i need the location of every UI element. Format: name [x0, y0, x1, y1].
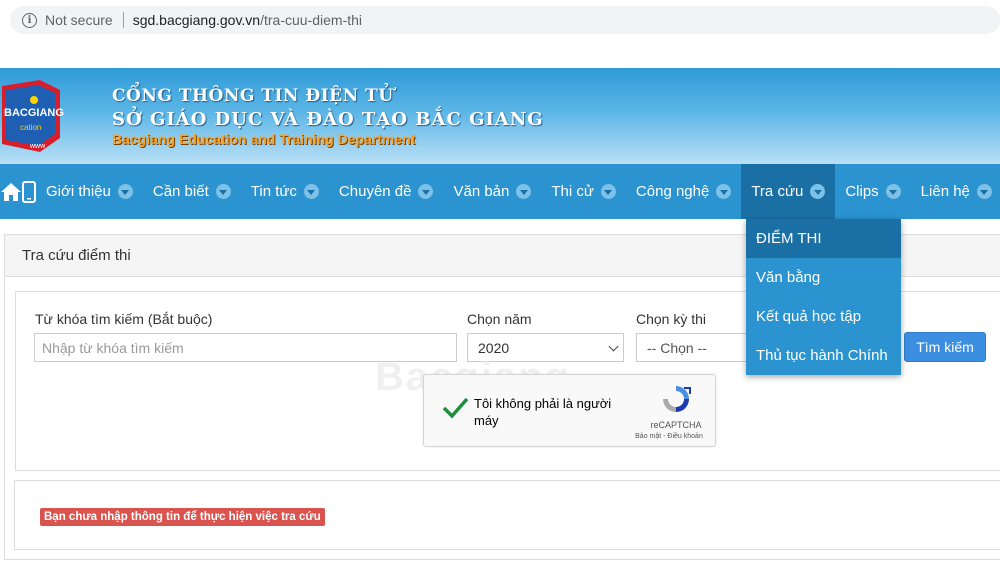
nav-label: Clips [845, 183, 879, 200]
chevron-down-icon [608, 341, 619, 352]
exam-select[interactable]: -- Chọn -- [636, 333, 751, 362]
address-divider [122, 12, 124, 28]
chevron-down-icon [117, 184, 133, 199]
keyword-label: Từ khóa tìm kiếm (Bắt buộc) [35, 311, 213, 327]
security-label: Not secure [45, 12, 113, 28]
nav-van-ban[interactable]: Văn bản [443, 164, 541, 219]
nav-lien-he[interactable]: Liên hệ [911, 164, 1000, 219]
recaptcha-brand: reCAPTCHA [650, 420, 702, 430]
nav-chuyen-de[interactable]: Chuyên đề [329, 164, 444, 219]
nav-label: Cần biết [152, 183, 209, 200]
nav-label: Tin tức [250, 183, 297, 200]
home-icon[interactable] [0, 164, 22, 219]
address-bar[interactable]: i Not secure sgd.bacgiang.gov.vn/tra-cuu… [10, 6, 1000, 34]
chevron-down-icon [303, 184, 319, 199]
nav-tra-cuu[interactable]: Tra cứu [741, 164, 836, 219]
nav-label: Văn bản [453, 183, 510, 200]
alert-message: Bạn chưa nhập thông tin để thực hiện việ… [40, 508, 325, 526]
site-header: BACGIANG cation www CỔNG THÔNG TIN ĐIỆN … [0, 68, 1000, 164]
nav-gioi-thieu[interactable]: Giới thiệu [36, 164, 143, 219]
exam-label: Chọn kỳ thi [636, 311, 707, 327]
info-icon[interactable]: i [22, 12, 37, 28]
site-logo[interactable]: BACGIANG cation www [0, 78, 66, 156]
chevron-down-icon [516, 184, 532, 199]
chevron-down-icon [418, 184, 434, 199]
url-host: sgd.bacgiang.gov.vn [132, 12, 261, 28]
chevron-down-icon [716, 184, 732, 199]
year-label: Chọn năm [467, 311, 532, 327]
tra-cuu-dropdown: ĐIỂM THI Văn bằng Kết quả học tập Thủ tụ… [746, 219, 901, 375]
dropdown-item-thu-tuc-hanh-chinh[interactable]: Thủ tục hành Chính [746, 336, 901, 375]
logo-www: www [29, 143, 46, 150]
logo-text: BACGIANG [4, 107, 64, 119]
chevron-down-icon [976, 184, 992, 199]
nav-can-biet[interactable]: Cần biết [143, 164, 241, 219]
recaptcha-terms[interactable]: Bảo mật - Điều khoản [624, 433, 714, 440]
header-subtitle: Bacgiang Education and Training Departme… [112, 131, 416, 147]
mobile-icon[interactable] [22, 164, 36, 219]
dropdown-item-ket-qua-hoc-tap[interactable]: Kết quả học tập [746, 297, 901, 336]
exam-select-value: -- Chọn -- [647, 339, 707, 356]
nav-thi-cu[interactable]: Thi cử [541, 164, 626, 219]
checkmark-icon[interactable] [440, 393, 470, 423]
browser-chrome: i Not secure sgd.bacgiang.gov.vn/tra-cuu… [0, 0, 1000, 68]
search-button[interactable]: Tìm kiếm [904, 332, 986, 362]
nav-label: Thi cử [551, 183, 594, 200]
nav-label: Công nghệ [635, 183, 710, 200]
dropdown-item-diem-thi[interactable]: ĐIỂM THI [746, 219, 901, 258]
chevron-down-icon [215, 184, 231, 199]
recaptcha-label: Tôi không phải là người máy [474, 396, 612, 428]
dropdown-item-van-bang[interactable]: Văn bằng [746, 258, 901, 297]
main-nav: Giới thiệu Cần biết Tin tức Chuyên đề Vă… [0, 164, 1000, 219]
nav-clips[interactable]: Clips [835, 164, 910, 219]
nav-label: Tra cứu [751, 183, 804, 200]
header-title-line1: CỔNG THÔNG TIN ĐIỆN TỬ [112, 86, 394, 106]
nav-cong-nghe[interactable]: Công nghệ [626, 164, 741, 219]
year-select-value: 2020 [478, 339, 510, 356]
header-title-line2: SỞ GIÁO DỤC VÀ ĐÀO TẠO BẮC GIANG [112, 109, 544, 130]
nav-label: Chuyên đề [338, 183, 412, 200]
nav-label: Liên hệ [920, 183, 970, 200]
recaptcha-widget[interactable]: Tôi không phải là người máy reCAPTCHA Bả… [423, 374, 716, 447]
nav-tin-tuc[interactable]: Tin tức [241, 164, 329, 219]
logo-subtext: cation [20, 123, 41, 132]
recaptcha-logo-icon [663, 386, 691, 412]
chevron-down-icon [885, 184, 901, 199]
chevron-down-icon [600, 184, 616, 199]
url-path: /tra-cuu-diem-thi [260, 12, 363, 28]
chevron-down-icon [810, 184, 826, 199]
nav-label: Giới thiệu [46, 183, 111, 200]
